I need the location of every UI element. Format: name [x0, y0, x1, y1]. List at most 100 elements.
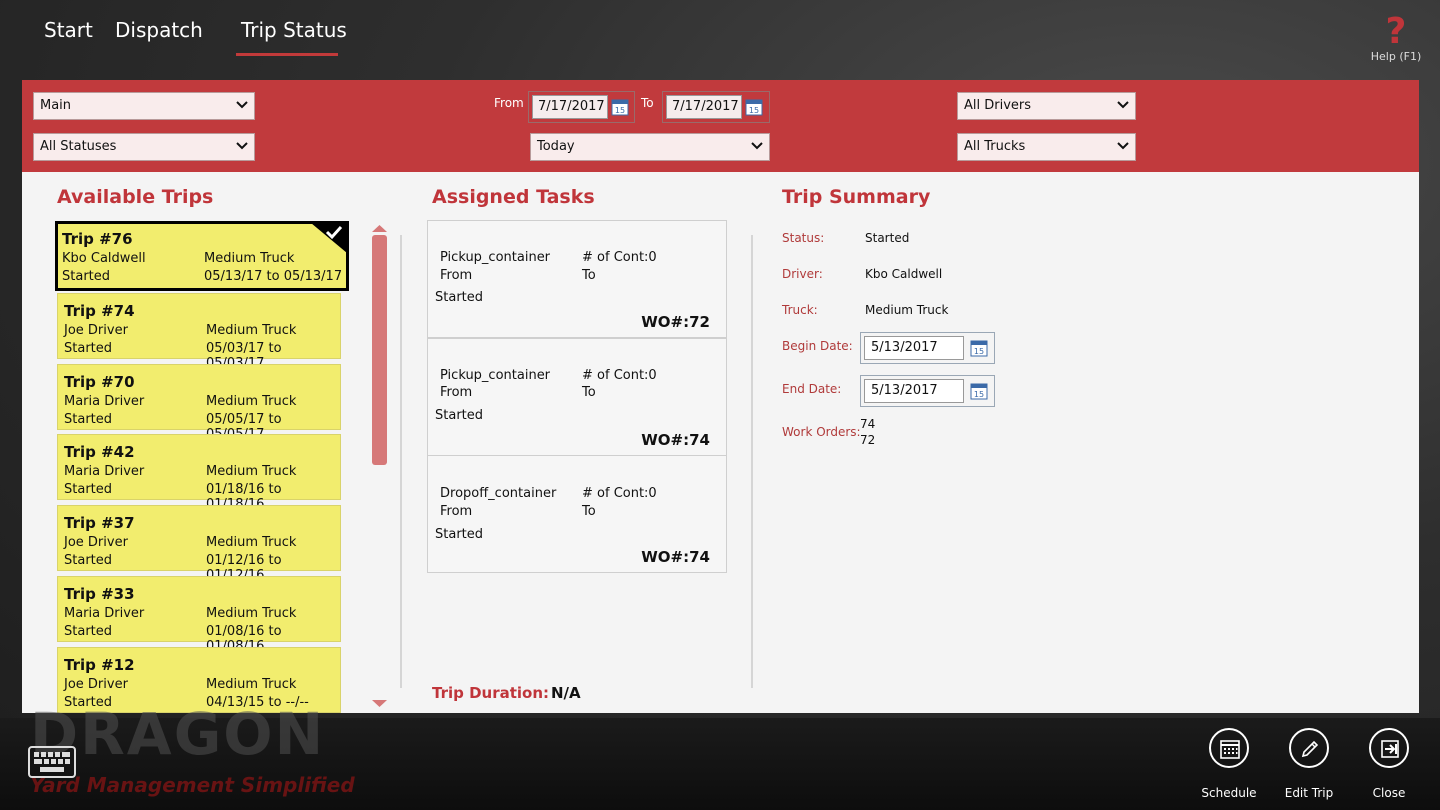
nav-start[interactable]: Start: [44, 18, 93, 42]
scroll-down-icon[interactable]: [372, 699, 387, 709]
task-container-count: # of Cont:0: [582, 250, 657, 265]
task-from: From: [440, 385, 473, 400]
keyboard-icon[interactable]: [28, 746, 76, 778]
calendar-icon[interactable]: 15: [970, 339, 988, 357]
trucks-value: All Trucks: [964, 139, 1026, 154]
calendar-day: 15: [615, 106, 625, 115]
calendar-grid-icon: [1220, 740, 1240, 759]
task-from: From: [440, 504, 473, 519]
to-label: To: [641, 96, 654, 110]
from-date-input[interactable]: 7/17/2017: [532, 95, 608, 119]
task-card[interactable]: Pickup_container # of Cont:0 From To Sta…: [427, 220, 727, 338]
trip-driver: Kbo Caldwell: [62, 251, 146, 266]
task-status: Started: [435, 290, 484, 305]
trucks-select[interactable]: All Trucks: [957, 133, 1136, 161]
nav-dispatch[interactable]: Dispatch: [115, 18, 203, 42]
task-card[interactable]: Pickup_container # of Cont:0 From To Sta…: [427, 338, 727, 456]
trip-status: Started: [64, 624, 113, 639]
end-date-picker[interactable]: 5/13/2017 15: [860, 375, 995, 407]
summary-status-label: Status:: [782, 231, 825, 245]
schedule-button[interactable]: Schedule: [1194, 728, 1264, 800]
drivers-value: All Drivers: [964, 98, 1032, 113]
schedule-label: Schedule: [1201, 786, 1257, 800]
trip-summary-title: Trip Summary: [782, 186, 931, 208]
trip-status: Started: [62, 269, 111, 284]
status-select[interactable]: All Statuses: [33, 133, 255, 161]
calendar-day: 15: [974, 347, 984, 356]
close-label: Close: [1372, 786, 1406, 800]
begin-date-input[interactable]: 5/13/2017: [864, 336, 964, 360]
active-tab-indicator: [236, 53, 338, 56]
exit-icon: [1381, 740, 1399, 758]
trip-truck: Medium Truck: [206, 535, 297, 550]
trip-card[interactable]: Trip #76 Kbo Caldwell Started Medium Tru…: [55, 221, 349, 291]
trip-driver: Maria Driver: [64, 464, 145, 479]
calendar-icon[interactable]: 15: [745, 98, 763, 116]
assigned-tasks-title: Assigned Tasks: [432, 186, 595, 208]
end-date-input[interactable]: 5/13/2017: [864, 379, 964, 403]
selected-check-icon: [311, 223, 347, 253]
close-button[interactable]: Close: [1354, 728, 1424, 800]
trip-driver: Maria Driver: [64, 606, 145, 621]
task-card[interactable]: Dropoff_container # of Cont:0 From To St…: [427, 455, 727, 573]
work-order-item: 72: [860, 433, 876, 447]
trip-driver: Joe Driver: [64, 323, 128, 338]
drivers-select[interactable]: All Drivers: [957, 92, 1136, 120]
summary-end-label: End Date:: [782, 382, 842, 396]
edit-trip-button[interactable]: Edit Trip: [1274, 728, 1344, 800]
location-select[interactable]: Main: [33, 92, 255, 120]
scroll-up-icon[interactable]: [372, 223, 387, 233]
trip-driver: Maria Driver: [64, 394, 145, 409]
edit-trip-label: Edit Trip: [1284, 786, 1334, 800]
trip-card[interactable]: Trip #42 Maria Driver Started Medium Tru…: [57, 434, 341, 512]
task-type: Pickup_container: [440, 250, 551, 265]
trip-truck: Medium Truck: [206, 606, 297, 621]
to-date-picker[interactable]: 7/17/2017 15: [662, 91, 770, 123]
trip-truck: Medium Truck: [206, 677, 297, 692]
trip-card[interactable]: Trip #33 Maria Driver Started Medium Tru…: [57, 576, 341, 654]
trip-id: Trip #37: [64, 514, 135, 532]
summary-begin-label: Begin Date:: [782, 339, 853, 353]
filter-bar: Main All Statuses From 7/17/2017 15 To 7…: [22, 80, 1419, 172]
trip-driver: Joe Driver: [64, 677, 128, 692]
nav-trip-status[interactable]: Trip Status: [241, 18, 347, 42]
trip-id: Trip #12: [64, 656, 135, 674]
task-container-count: # of Cont:0: [582, 368, 657, 383]
task-type: Pickup_container: [440, 368, 551, 383]
trip-id: Trip #70: [64, 373, 135, 391]
from-label: From: [494, 96, 524, 110]
help-label: Help (F1): [1370, 50, 1422, 63]
task-type: Dropoff_container: [440, 486, 557, 501]
calendar-icon[interactable]: 15: [611, 98, 629, 116]
trip-duration-label: Trip Duration:: [432, 684, 550, 702]
calendar-icon[interactable]: 15: [970, 382, 988, 400]
begin-date-picker[interactable]: 5/13/2017 15: [860, 332, 995, 364]
chevron-down-icon: [236, 142, 248, 150]
main-panel: Available Trips Trip #76 Kbo Caldwell St…: [22, 172, 1419, 713]
from-date-picker[interactable]: 7/17/2017 15: [528, 91, 635, 123]
help-button[interactable]: ? Help (F1): [1366, 12, 1426, 64]
available-trips-title: Available Trips: [57, 186, 214, 208]
location-value: Main: [40, 98, 72, 113]
trip-card[interactable]: Trip #74 Joe Driver Started Medium Truck…: [57, 293, 341, 371]
chevron-down-icon: [1117, 142, 1129, 150]
task-work-order: WO#:74: [641, 548, 710, 566]
to-date-input[interactable]: 7/17/2017: [666, 95, 742, 119]
summary-work-orders-label: Work Orders:: [782, 425, 861, 439]
range-select[interactable]: Today: [530, 133, 770, 161]
trip-card[interactable]: Trip #37 Joe Driver Started Medium Truck…: [57, 505, 341, 583]
trip-status: Started: [64, 553, 113, 568]
task-status: Started: [435, 408, 484, 423]
task-from: From: [440, 268, 473, 283]
summary-truck-value: Medium Truck: [865, 303, 949, 317]
brand-tagline: Yard Management Simplified: [30, 773, 355, 797]
trip-truck: Medium Truck: [206, 464, 297, 479]
trip-status: Started: [64, 412, 113, 427]
trip-card[interactable]: Trip #70 Maria Driver Started Medium Tru…: [57, 364, 341, 442]
trip-status: Started: [64, 482, 113, 497]
trip-dates: 05/13/17 to 05/13/17: [204, 269, 343, 284]
chevron-down-icon: [1117, 101, 1129, 109]
work-order-item: 74: [860, 417, 876, 431]
trips-scrollbar[interactable]: [372, 235, 387, 465]
trip-truck: Medium Truck: [204, 251, 295, 266]
